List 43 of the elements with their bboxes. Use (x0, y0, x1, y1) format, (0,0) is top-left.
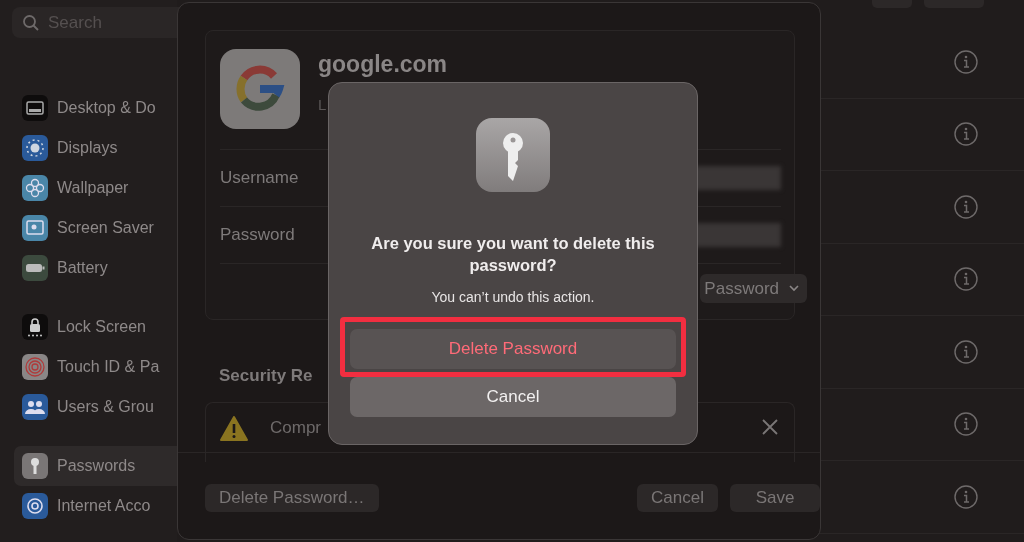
site-title: google.com (318, 51, 448, 78)
field-label: Password (220, 225, 295, 245)
info-icon[interactable] (954, 484, 978, 509)
field-label: Username (220, 168, 299, 188)
sidebar-item[interactable]: Screen Saver (14, 208, 177, 248)
sidebar-item[interactable]: Touch ID & Pa (14, 347, 177, 387)
g-logo-icon (220, 49, 300, 129)
footer-button[interactable]: Delete Password… (205, 484, 379, 512)
info-icon[interactable] (954, 49, 978, 74)
lock-icon (22, 314, 48, 340)
footer-button[interactable]: Cancel (637, 484, 718, 512)
info-icon[interactable] (954, 194, 978, 219)
sidebar-item[interactable]: Users & Grou (14, 387, 177, 427)
info-icon[interactable] (954, 122, 978, 147)
section-title: Security Re (219, 366, 314, 386)
fingerprint-icon (22, 354, 48, 380)
sidebar-item[interactable]: Desktop & Do (14, 88, 177, 128)
screen-icon (22, 215, 48, 241)
sidebar-item[interactable]: Displays (14, 128, 177, 168)
sidebar-item[interactable]: Wallpaper (14, 168, 177, 208)
sidebar-item[interactable]: Passwords (14, 446, 177, 486)
sidebar-item[interactable]: Lock Screen (14, 307, 177, 347)
people-icon (22, 394, 48, 420)
info-icon[interactable] (954, 339, 978, 364)
desktop-icon (22, 95, 48, 121)
chevron-down-icon (789, 285, 799, 292)
alert-button[interactable]: Cancel (350, 377, 676, 417)
sidebar-item[interactable]: Battery (14, 248, 177, 288)
site-subtitle: L (318, 96, 328, 113)
popup-button[interactable]: Password (700, 274, 807, 303)
sun-icon (22, 135, 48, 161)
alert-button[interactable]: Delete Password (350, 329, 676, 369)
flower-icon (22, 175, 48, 201)
battery-icon (22, 255, 48, 281)
alert-title: Are you sure you want to delete this password? (370, 233, 656, 276)
close-icon[interactable] (762, 419, 778, 435)
warning-icon (220, 416, 248, 441)
info-icon[interactable] (954, 267, 978, 292)
info-icon[interactable] (954, 412, 978, 437)
footer-button[interactable]: Save (730, 484, 820, 512)
alert-message: You can’t undo this action. (431, 289, 595, 305)
warning-title: Compr (270, 417, 321, 438)
sidebar-item[interactable]: Internet Acco (14, 486, 177, 526)
